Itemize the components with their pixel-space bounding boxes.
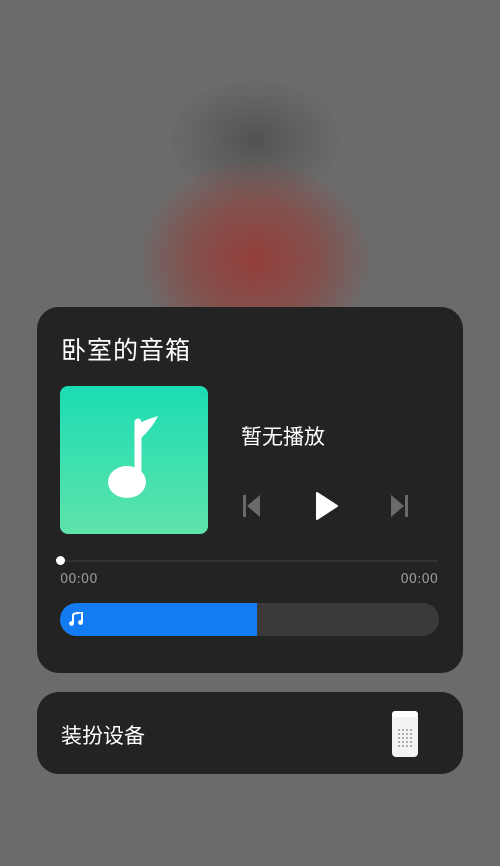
play-icon: [316, 492, 338, 520]
playback-progress-bar[interactable]: [60, 560, 438, 562]
skip-next-icon: [391, 495, 408, 517]
track-name: 暂无播放: [241, 425, 325, 449]
music-note-icon: [108, 416, 158, 498]
dress-up-device-card[interactable]: 装扮设备: [37, 692, 463, 774]
previous-button[interactable]: [242, 493, 262, 523]
smart-speaker-icon: [392, 711, 418, 757]
music-note-icon: [69, 612, 83, 626]
media-control-card: 卧室的音箱 暂无播放 00:00 00:00: [37, 307, 463, 673]
next-button[interactable]: [389, 493, 409, 523]
skip-previous-icon: [243, 495, 260, 517]
volume-slider-fill: [60, 603, 258, 636]
total-time: 00:00: [400, 572, 438, 587]
elapsed-time: 00:00: [60, 572, 98, 587]
play-button[interactable]: [315, 491, 339, 525]
album-art: [60, 386, 208, 534]
volume-slider[interactable]: [60, 603, 439, 636]
dress-up-device-label: 装扮设备: [61, 724, 145, 748]
playback-progress-knob[interactable]: [56, 556, 65, 565]
device-title: 卧室的音箱: [61, 336, 192, 365]
